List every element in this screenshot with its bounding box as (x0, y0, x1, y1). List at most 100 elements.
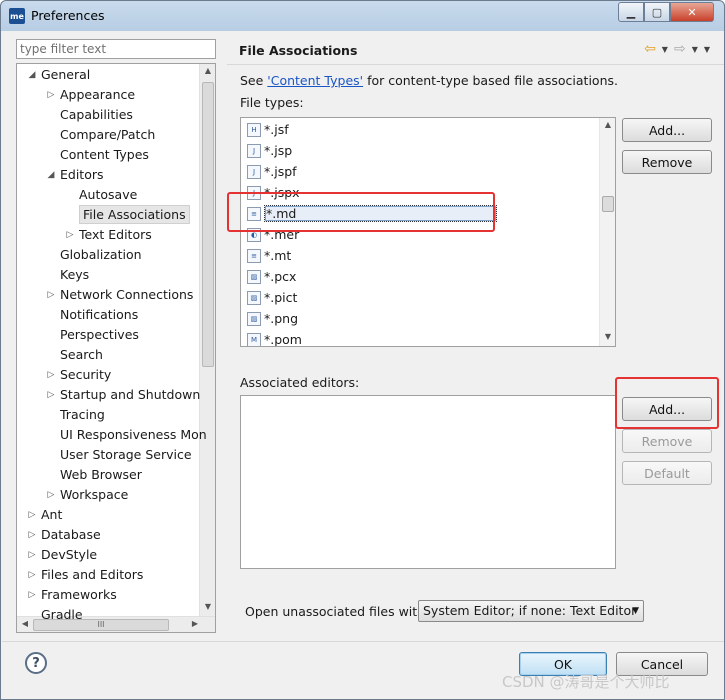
list-scroll-down-icon[interactable]: ▼ (600, 332, 615, 341)
collapsed-arrow-icon[interactable]: ▷ (27, 545, 37, 565)
forward-menu-icon[interactable]: ▼ (692, 45, 698, 54)
tree-item-label: Ant (41, 507, 63, 522)
title-bar: me Preferences ▁ ▢ ✕ (1, 1, 724, 31)
file-type-row[interactable]: H *.jsf (247, 119, 289, 140)
remove-file-type-button[interactable]: Remove (622, 150, 712, 174)
file-type-row[interactable]: M *.pom (247, 329, 302, 347)
file-type-row[interactable]: ≡ *.mt (247, 245, 291, 266)
add-file-type-button[interactable]: Add... (622, 118, 712, 142)
tree-item-label: Editors (60, 167, 104, 182)
file-type-label: *.pom (264, 332, 302, 347)
tree-item-label: Workspace (60, 487, 129, 502)
file-list-scroll-thumb[interactable] (602, 196, 614, 212)
highlight-box-md (227, 192, 495, 232)
tree-vertical-scrollbar[interactable]: ▲ ▼ (199, 64, 215, 616)
collapsed-arrow-icon[interactable]: ▷ (46, 85, 56, 105)
default-editor-button[interactable]: Default (622, 461, 712, 485)
forward-arrow-icon[interactable]: ⇨ (674, 41, 686, 57)
tree-scroll-thumb[interactable] (202, 82, 214, 367)
remove-editor-button[interactable]: Remove (622, 429, 712, 453)
highlight-box-add (615, 377, 719, 429)
scroll-down-icon[interactable]: ▼ (200, 602, 215, 611)
file-type-icon: J (247, 164, 261, 179)
file-type-label: *.mt (264, 248, 292, 263)
view-menu-icon[interactable]: ▼ (704, 45, 710, 54)
open-unassociated-value: System Editor; if none: Text Editor (423, 603, 637, 618)
tree-item-label: Frameworks (41, 587, 117, 602)
file-type-icon: ▨ (247, 269, 261, 284)
collapsed-arrow-icon[interactable]: ▷ (27, 525, 37, 545)
footer-divider (2, 641, 724, 642)
tree-item-label: Notifications (60, 307, 139, 322)
help-icon[interactable]: ? (25, 652, 47, 674)
app-icon: me (9, 8, 25, 24)
minimize-button[interactable]: ▁ (618, 2, 644, 22)
maximize-button[interactable]: ▢ (644, 2, 670, 22)
tree-item-label: Compare/Patch (60, 127, 156, 142)
tree-item-label: Autosave (79, 187, 138, 202)
page-title: File Associations (239, 43, 358, 58)
tree-item-label: Web Browser (60, 467, 142, 482)
file-type-label: *.jspf (264, 164, 297, 179)
tree-item-label: Perspectives (60, 327, 139, 342)
collapsed-arrow-icon[interactable]: ▷ (27, 505, 37, 525)
scroll-right-icon[interactable]: ▶ (187, 619, 203, 628)
associated-editors-list[interactable] (240, 395, 616, 569)
scroll-left-icon[interactable]: ◀ (17, 619, 33, 628)
content-types-hint: See 'Content Types' for content-type bas… (240, 73, 618, 88)
preferences-tree[interactable]: ▲ ▼ ◀ III ▶ ◢ General ▷ Appearance Capabilit… (16, 63, 216, 633)
expanded-arrow-icon[interactable]: ◢ (46, 165, 56, 185)
tree-item-label: Globalization (60, 247, 142, 262)
filter-input[interactable] (16, 39, 216, 59)
file-type-icon: H (247, 122, 261, 137)
tree-item-label: Tracing (60, 407, 105, 422)
file-type-icon: M (247, 332, 261, 346)
preferences-window: me Preferences ▁ ▢ ✕ ▲ ▼ ◀ III ▶ ◢Genera… (0, 0, 725, 700)
file-list-scrollbar[interactable]: ▲ ▼ (599, 118, 615, 346)
collapsed-arrow-icon[interactable]: ▷ (65, 225, 75, 245)
file-type-row[interactable]: J *.jsp (247, 140, 292, 161)
file-type-label: *.pict (264, 290, 298, 305)
tree-item-label: User Storage Service (60, 447, 192, 462)
tree-item-label: Startup and Shutdown (60, 387, 201, 402)
file-type-row[interactable]: ▨ *.pict (247, 287, 297, 308)
content-types-link[interactable]: 'Content Types' (267, 73, 363, 88)
file-types-list[interactable]: ▲ ▼ H *.jsf J *.jsp J *.jspf J *.jspx ≡ *.md ◐ *.me… (240, 117, 616, 347)
file-type-icon: ▨ (247, 290, 261, 305)
tree-item-label: Text Editors (79, 227, 152, 242)
collapsed-arrow-icon[interactable]: ▷ (46, 365, 56, 385)
collapsed-arrow-icon[interactable]: ▷ (46, 385, 56, 405)
open-unassociated-select[interactable]: System Editor; if none: Text Editor ▼ (418, 600, 644, 622)
tree-item-label: Search (60, 347, 103, 362)
page-nav: ⇦ ▼ ⇨ ▼ ▼ (644, 41, 710, 57)
collapsed-arrow-icon[interactable]: ▷ (27, 585, 37, 605)
tree-item-label: Keys (60, 267, 90, 282)
expanded-arrow-icon[interactable]: ◢ (27, 65, 37, 85)
tree-item-label: Capabilities (60, 107, 133, 122)
tree-item-label: General (41, 67, 91, 82)
back-menu-icon[interactable]: ▼ (662, 45, 668, 54)
file-type-icon: J (247, 143, 261, 158)
collapsed-arrow-icon[interactable]: ▷ (46, 285, 56, 305)
file-type-icon: ≡ (247, 248, 261, 263)
list-scroll-up-icon[interactable]: ▲ (600, 120, 615, 129)
tree-item-label: Appearance (60, 87, 136, 102)
close-button[interactable]: ✕ (670, 2, 714, 22)
back-arrow-icon[interactable]: ⇦ (644, 41, 656, 57)
window-title: Preferences (31, 8, 105, 23)
file-type-label: *.png (264, 311, 299, 326)
tree-item-label: Content Types (60, 147, 149, 162)
file-type-row[interactable]: J *.jspf (247, 161, 297, 182)
tree-item-label: UI Responsiveness Mon (60, 427, 207, 442)
collapsed-arrow-icon[interactable]: ▷ (27, 565, 37, 585)
tree-item-label: Files and Editors (41, 567, 144, 582)
collapsed-arrow-icon[interactable]: ▷ (46, 485, 56, 505)
file-type-label: *.pcx (264, 269, 297, 284)
tree-item-label: Security (60, 367, 112, 382)
tree-item-label: Network Connections (60, 287, 194, 302)
dialog-client: ▲ ▼ ◀ III ▶ ◢General▷AppearanceCapabilit… (2, 31, 724, 699)
file-type-row[interactable]: ▨ *.pcx (247, 266, 296, 287)
associated-editors-label: Associated editors: (240, 375, 360, 390)
file-type-row[interactable]: ▨ *.png (247, 308, 298, 329)
scroll-up-icon[interactable]: ▲ (200, 66, 215, 75)
